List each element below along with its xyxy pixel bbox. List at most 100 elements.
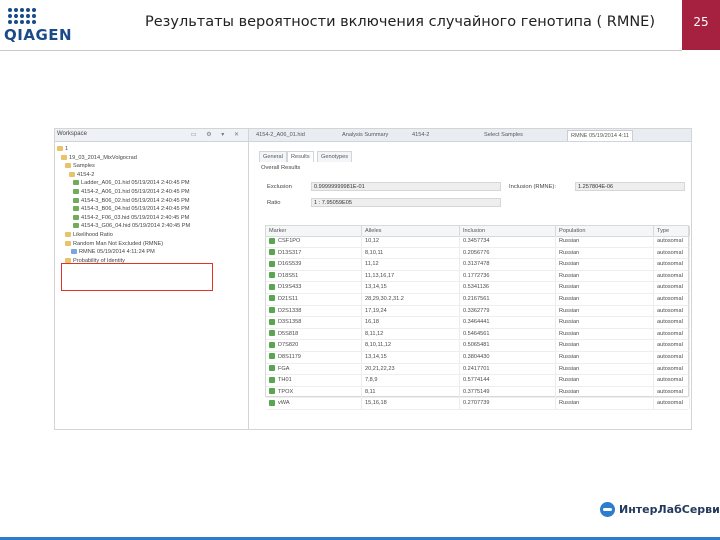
table-cell: autosomal	[654, 340, 690, 351]
exclusion-field[interactable]: 0.99999999981E-01	[311, 182, 501, 191]
cell-text: TH01	[278, 377, 292, 384]
editor-tab[interactable]: 4154-2_A06_01.hid	[253, 130, 308, 140]
table-cell: Russian	[556, 247, 654, 259]
table-cell: 13,14,15	[362, 351, 460, 363]
tree-item[interactable]: 1	[57, 145, 247, 154]
table-cell: 0.3804430	[460, 351, 556, 363]
editor-tab[interactable]: Select Samples	[481, 130, 526, 140]
tree-item[interactable]: 19_03_2014_MixVolgocrad	[57, 154, 247, 163]
page-number: 25	[693, 15, 709, 29]
tree-item[interactable]: 4154-2_A06_01.hid 05/19/2014 2:40:45 PM	[57, 188, 247, 197]
table-row[interactable]: D19S433 13,14,15 0.5341136 Russian autosomal	[266, 282, 690, 294]
tree-item-label: 4154-2_A06_01.hid 05/19/2014 2:40:45 PM	[81, 188, 190, 195]
subtab-general[interactable]: General	[259, 151, 287, 162]
cell-text: 0.3464441	[463, 319, 490, 326]
editor-tab[interactable]: RMNE 05/19/2014 4:11	[567, 130, 634, 141]
table-cell: CSF1PO	[266, 236, 362, 247]
overall-results-label: Overall Results	[261, 165, 301, 171]
cell-text: D21S11	[278, 295, 298, 302]
table-row[interactable]: D16S539 11,12 0.3137478 Russian autosomal	[266, 259, 690, 271]
cell-text: 0.2707739	[463, 400, 490, 407]
table-cell: autosomal	[654, 363, 690, 375]
column-header[interactable]: Type	[654, 226, 690, 236]
table-row[interactable]: TPOX 8,11 0.3775149 Russian autosomal	[266, 386, 690, 399]
tab-workspace[interactable]: Workspace	[57, 131, 87, 137]
table-cell: D3S1358	[266, 317, 362, 328]
table-row[interactable]: D7S820 8,10,11,12 0.5065481 Russian autosoma…	[266, 340, 690, 352]
cell-text: D3S1358	[278, 319, 302, 326]
workspace-tree: 1 19_03_2014_MixVolgocrad Samples 4154-2 Lad…	[57, 145, 247, 265]
table-row[interactable]: FGA 20,21,22,23 0.2417701 Russian autosomal	[266, 363, 690, 376]
table-row[interactable]: D3S1358 16,18 0.3464441 Russian autosomal	[266, 317, 690, 329]
table-cell: D5S818	[266, 328, 362, 340]
marker-icon	[269, 341, 275, 348]
table-cell: 0.3775149	[460, 386, 556, 398]
cell-text: autosomal	[657, 400, 683, 407]
table-row[interactable]: TH01 7,8,9 0.5774144 Russian autosomal	[266, 375, 690, 387]
cell-text: 8,11	[365, 388, 376, 395]
cell-text: autosomal	[657, 377, 683, 384]
editor-tab[interactable]: Analysis Summary	[339, 130, 391, 140]
table-cell: 0.3457734	[460, 236, 556, 247]
inclusion-field[interactable]: 1.257804E-06	[575, 182, 685, 191]
cell-text: 28,29,30.2,31.2	[365, 295, 404, 302]
tree-item[interactable]: Random Man Not Excluded (RMNE)	[57, 240, 247, 249]
editor-tab[interactable]: 4154-2	[409, 130, 432, 140]
panel-toolbar-icons[interactable]: ▭ ⚙ ▾ ✕	[191, 131, 243, 138]
interlabservice-emblem-icon	[600, 502, 615, 517]
table-row[interactable]: D2S1338 17,19,24 0.3362779 Russian autosomal	[266, 305, 690, 318]
folder-icon	[61, 154, 67, 160]
ratio-field[interactable]: 1 : 7.95059E05	[311, 198, 501, 207]
tree-item[interactable]: 4154-3_G06_04.hid 05/19/2014 2:40:45 PM	[57, 222, 247, 231]
folder-icon	[57, 146, 63, 152]
cell-text: 8,10,11	[365, 249, 384, 256]
tree-item-label: Ladder_A06_01.hid 05/19/2014 2:40:45 PM	[81, 180, 190, 187]
tree-item[interactable]: 4154-3_B06_04.hid 05/19/2014 2:40:45 PM	[57, 205, 247, 214]
cell-text: D16S539	[278, 261, 302, 268]
table-row[interactable]: D5S818 8,11,12 0.5464561 Russian autosomal	[266, 328, 690, 341]
tree-item[interactable]: 4154-2	[57, 171, 247, 180]
editor-tabs: 4154-2_A06_01.hid Analysis Summary 4154-2 S…	[249, 129, 691, 142]
table-row[interactable]: CSF1PO 10,12 0.3457734 Russian autosomal	[266, 236, 690, 248]
subtab-genotypes[interactable]: Genotypes	[317, 151, 353, 162]
tree-item[interactable]: 4154-2_F06_03.hid 05/19/2014 2:40:45 PM	[57, 214, 247, 223]
tree-item[interactable]: RMNE 05/19/2014 4:11:24 PM	[57, 248, 247, 257]
workspace-panel-tabs: Workspace ▭ ⚙ ▾ ✕	[55, 129, 249, 142]
cell-text: autosomal	[657, 295, 683, 302]
table-row[interactable]: D8S1179 13,14,15 0.3804430 Russian autosomal	[266, 351, 690, 364]
column-header[interactable]: Marker	[266, 226, 362, 236]
tree-item[interactable]: 4154-3_B06_02.hid 05/19/2014 2:40:45 PM	[57, 197, 247, 206]
table-cell: 0.5065481	[460, 340, 556, 351]
cell-text: D5S818	[278, 330, 299, 337]
marker-icon	[269, 365, 275, 372]
subtab-results[interactable]: Results	[287, 151, 314, 162]
table-cell: 0.5464561	[460, 328, 556, 340]
table-row[interactable]: D21S11 28,29,30.2,31.2 0.2167561 Russian aut…	[266, 293, 690, 306]
table-cell: Russian	[556, 375, 654, 386]
table-cell: D2S1338	[266, 305, 362, 317]
table-row[interactable]: D18S51 11,13,16,17 0.1772736 Russian autosom…	[266, 270, 690, 283]
tree-item[interactable]: Likelihood Ratio	[57, 231, 247, 240]
table-row[interactable]: D13S317 8,10,11 0.2056776 Russian autosomal	[266, 247, 690, 260]
marker-icon	[269, 353, 275, 360]
column-header[interactable]: Inclusion	[460, 226, 556, 236]
chart-icon	[73, 197, 79, 203]
table-cell: Russian	[556, 363, 654, 375]
table-cell: FGA	[266, 363, 362, 375]
table-cell: 0.3464441	[460, 317, 556, 328]
table-cell: D16S539	[266, 259, 362, 270]
cell-text: 8,10,11,12	[365, 342, 392, 349]
cell-text: Russian	[559, 353, 580, 360]
cell-text: Russian	[559, 388, 580, 395]
table-cell: D18S51	[266, 270, 362, 282]
column-header[interactable]: Population	[556, 226, 654, 236]
table-cell: Russian	[556, 282, 654, 293]
table-row[interactable]: vWA 15,16,18 0.2707739 Russian autosomal	[266, 398, 690, 410]
folder-icon	[69, 171, 75, 177]
tree-item[interactable]: Ladder_A06_01.hid 05/19/2014 2:40:45 PM	[57, 179, 247, 188]
tree-item-label: RMNE 05/19/2014 4:11:24 PM	[79, 249, 155, 256]
tree-item[interactable]: Samples	[57, 162, 247, 171]
chart-icon	[73, 188, 79, 194]
table-cell: D21S11	[266, 293, 362, 305]
column-header[interactable]: Alleles	[362, 226, 460, 236]
